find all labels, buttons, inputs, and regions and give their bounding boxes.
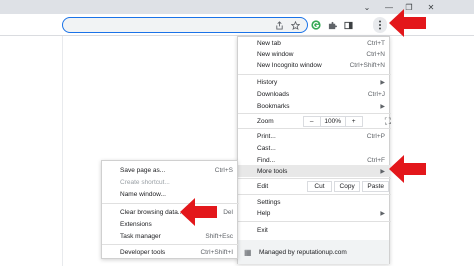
menu-separator [238,194,391,195]
submenu-arrow-icon: ▶ [380,210,385,217]
menu-shortcut: Ctrl+Shift+N [349,61,385,69]
menu-item-label: Task manager [120,232,161,240]
menu-item-label: Create shortcut... [120,178,170,186]
red-arrow-icon [389,9,426,37]
page-content-left [0,36,62,266]
submenu-clear-browsing-data[interactable]: Clear browsing data... Del [102,206,239,218]
menu-item-label: Print... [257,132,276,140]
menu-item-label: Help [257,209,271,217]
paste-button[interactable]: Paste [362,180,390,192]
chrome-main-menu: New tab Ctrl+T New window Ctrl+N New Inc… [237,36,391,264]
submenu-extensions[interactable]: Extensions [102,218,239,230]
menu-item-label: Save page as... [120,166,166,174]
menu-item-label: Developer tools [120,248,166,256]
menu-help[interactable]: Help ▶ [238,207,391,219]
menu-shortcut: Ctrl+N [366,50,385,58]
submenu-create-shortcut[interactable]: Create shortcut... [102,176,239,188]
menu-item-label: Exit [257,226,268,234]
sidebar-icon[interactable] [341,17,355,33]
zoom-in-button[interactable]: + [346,118,362,125]
content-divider [62,36,63,266]
managed-by-row[interactable]: ▦ Managed by reputationup.com [238,240,389,264]
managed-label: Managed by reputationup.com [259,248,347,256]
menu-print[interactable]: Print... Ctrl+P [238,130,391,142]
menu-shortcut: Ctrl+P [366,132,385,140]
menu-item-label: More tools [257,167,288,175]
menu-item-label: New window [257,50,294,58]
menu-separator [238,178,391,179]
menu-shortcut: Del [223,208,233,216]
cut-button[interactable]: Cut [307,180,332,192]
menu-shortcut: Ctrl+T [367,39,385,47]
puzzle-icon[interactable] [325,17,339,33]
menu-item-label: Cast... [257,144,276,152]
menu-shortcut: Shift+Esc [205,232,233,240]
menu-exit[interactable]: Exit [238,224,391,236]
submenu-developer-tools[interactable]: Developer tools Ctrl+Shift+I [102,246,239,258]
menu-shortcut: Ctrl+F [367,156,385,164]
menu-separator [238,221,391,222]
submenu-name-window[interactable]: Name window... [102,188,239,200]
menu-separator [102,203,239,204]
menu-more-tools[interactable]: More tools ▶ [238,165,391,177]
red-arrow-icon [389,155,426,183]
menu-shortcut: Ctrl+Shift+I [200,248,233,256]
building-icon: ▦ [244,247,252,257]
copy-button[interactable]: Copy [333,180,361,192]
submenu-task-manager[interactable]: Task manager Shift+Esc [102,230,239,242]
menu-item-label: History [257,78,278,86]
menu-separator [238,113,391,114]
menu-separator [238,128,391,129]
submenu-arrow-icon: ▶ [380,79,385,86]
menu-cast[interactable]: Cast... [238,142,391,154]
share-icon[interactable] [272,17,286,33]
menu-downloads[interactable]: Downloads Ctrl+J [238,88,391,100]
zoom-value: 100% [319,116,346,126]
menu-item-label: Find... [257,156,276,164]
menu-edit-row: Edit Cut Copy Paste [238,180,391,192]
menu-shortcut: Ctrl+J [367,90,385,98]
submenu-save-page[interactable]: Save page as... Ctrl+S [102,164,239,176]
menu-shortcut: Ctrl+S [214,166,233,174]
menu-separator [238,74,391,75]
zoom-out-button[interactable]: – [304,118,320,125]
menu-separator [102,244,239,245]
extension-g-icon[interactable] [309,17,323,33]
zoom-control: – 100% + [302,115,363,127]
red-arrow-icon [180,198,217,226]
menu-zoom-row: Zoom – 100% + ⛶ [238,115,391,127]
star-icon[interactable] [288,17,302,33]
menu-item-label: New Incognito window [257,61,322,69]
menu-item-label: Settings [257,198,281,206]
zoom-label: Zoom [257,117,274,125]
menu-item-label: Downloads [257,90,290,98]
fullscreen-icon[interactable]: ⛶ [385,116,391,126]
tab-search-icon[interactable]: ⌄ [356,0,378,14]
submenu-arrow-icon: ▶ [380,168,385,175]
kebab-menu-icon[interactable] [373,17,387,33]
menu-new-incognito[interactable]: New Incognito window Ctrl+Shift+N [238,59,391,71]
menu-bookmarks[interactable]: Bookmarks ▶ [238,100,391,112]
edit-label: Edit [257,182,269,190]
menu-item-label: New tab [257,39,281,47]
menu-item-label: Bookmarks [257,102,290,110]
menu-history[interactable]: History ▶ [238,76,391,88]
submenu-arrow-icon: ▶ [380,103,385,110]
